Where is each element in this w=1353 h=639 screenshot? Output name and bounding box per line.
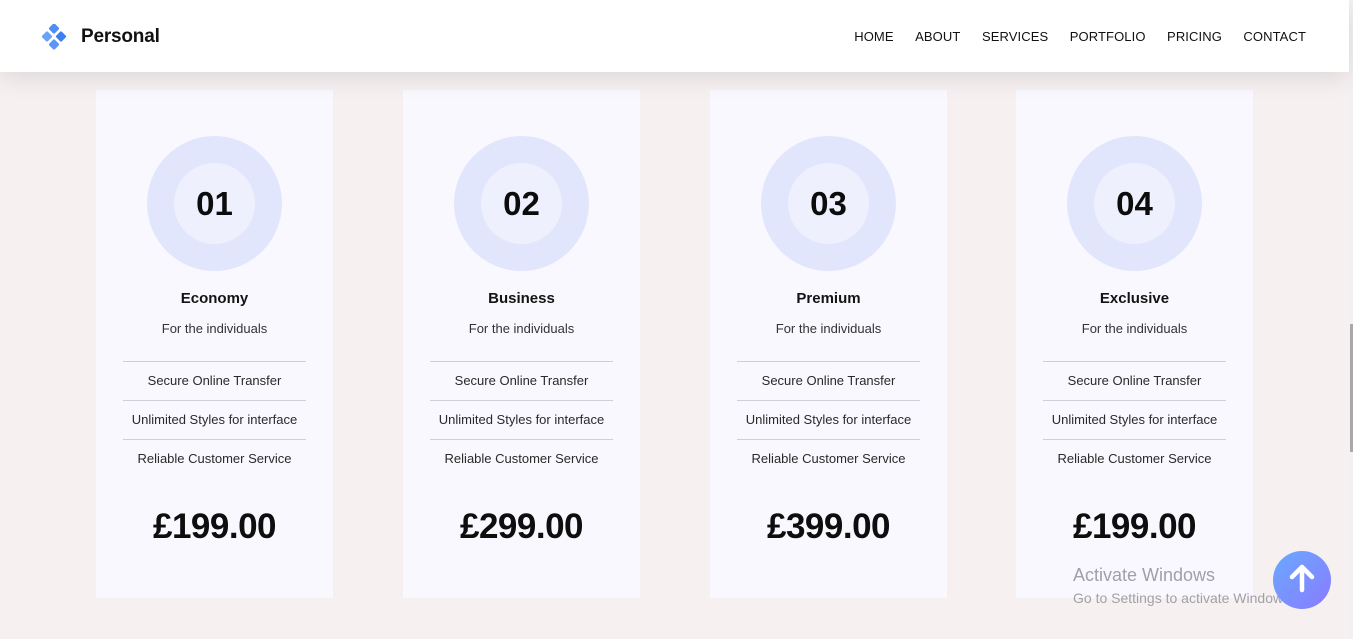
pricing-section: 01 Economy For the individuals Secure On… xyxy=(0,0,1349,639)
feature-item: Secure Online Transfer xyxy=(430,362,613,401)
plan-title: Exclusive xyxy=(1099,290,1170,307)
plan-title: Premium xyxy=(796,290,861,307)
nav-home[interactable]: HOME xyxy=(854,29,893,44)
plan-subtitle: For the individuals xyxy=(1081,321,1188,336)
plan-number: 03 xyxy=(810,185,847,222)
plan-subtitle: For the individuals xyxy=(775,321,882,336)
plan-price: £199.00 xyxy=(1072,507,1197,546)
plan-price: £299.00 xyxy=(459,507,584,546)
nav-services[interactable]: SERVICES xyxy=(982,29,1048,44)
feature-item: Unlimited Styles for interface xyxy=(123,401,306,440)
windows-activation-watermark: Activate Windows Go to Settings to activ… xyxy=(1073,565,1294,606)
plan-subtitle: For the individuals xyxy=(161,321,268,336)
feature-item: Reliable Customer Service xyxy=(444,451,599,466)
feature-list: Secure Online Transfer Unlimited Styles … xyxy=(430,361,613,479)
watermark-title: Activate Windows xyxy=(1073,565,1216,585)
feature-item: Secure Online Transfer xyxy=(737,362,920,401)
pricing-card-economy: 01 Economy For the individuals Secure On… xyxy=(96,90,333,598)
plan-number: 04 xyxy=(1116,185,1153,222)
nav-portfolio[interactable]: PORTFOLIO xyxy=(1070,29,1146,44)
pricing-card-premium: 03 Premium For the individuals Secure On… xyxy=(710,90,947,598)
plan-number-badge: 01 xyxy=(147,136,282,271)
nav-about[interactable]: ABOUT xyxy=(915,29,960,44)
feature-item: Unlimited Styles for interface xyxy=(430,401,613,440)
plan-number-badge: 03 xyxy=(761,136,896,271)
plan-title: Economy xyxy=(180,290,249,307)
plan-price: £199.00 xyxy=(152,507,277,546)
feature-item: Unlimited Styles for interface xyxy=(737,401,920,440)
feature-item: Reliable Customer Service xyxy=(751,451,906,466)
brand-name: Personal xyxy=(81,26,160,47)
feature-item: Reliable Customer Service xyxy=(137,451,292,466)
page-scrollbar[interactable] xyxy=(1349,0,1353,639)
feature-item: Reliable Customer Service xyxy=(1057,451,1212,466)
top-navbar: Personal HOME ABOUT SERVICES PORTFOLIO P… xyxy=(0,0,1349,72)
plan-subtitle: For the individuals xyxy=(468,321,575,336)
plan-title: Business xyxy=(488,290,555,307)
plan-number-badge: 02 xyxy=(454,136,589,271)
feature-item: Unlimited Styles for interface xyxy=(1043,401,1226,440)
watermark-subtitle: Go to Settings to activate Windows. xyxy=(1073,590,1294,606)
main-nav: HOME ABOUT SERVICES PORTFOLIO PRICING CO… xyxy=(833,29,1306,44)
arrow-up-icon xyxy=(1287,563,1317,598)
feature-list: Secure Online Transfer Unlimited Styles … xyxy=(737,361,920,479)
plan-number-badge: 04 xyxy=(1067,136,1202,271)
pricing-card-exclusive: 04 Exclusive For the individuals Secure … xyxy=(1016,90,1253,598)
plan-price: £399.00 xyxy=(766,507,891,546)
plan-number: 01 xyxy=(196,185,233,222)
feature-list: Secure Online Transfer Unlimited Styles … xyxy=(123,361,306,479)
plan-number: 02 xyxy=(503,185,540,222)
brand-logo-link[interactable]: Personal xyxy=(40,23,160,50)
back-to-top-button[interactable] xyxy=(1273,551,1331,609)
feature-item: Secure Online Transfer xyxy=(1043,362,1226,401)
feature-list: Secure Online Transfer Unlimited Styles … xyxy=(1043,361,1226,479)
nav-contact[interactable]: CONTACT xyxy=(1243,29,1306,44)
nav-pricing[interactable]: PRICING xyxy=(1167,29,1222,44)
feature-item: Secure Online Transfer xyxy=(123,362,306,401)
diamond-cluster-logo-icon xyxy=(40,23,68,50)
pricing-card-business: 02 Business For the individuals Secure O… xyxy=(403,90,640,598)
